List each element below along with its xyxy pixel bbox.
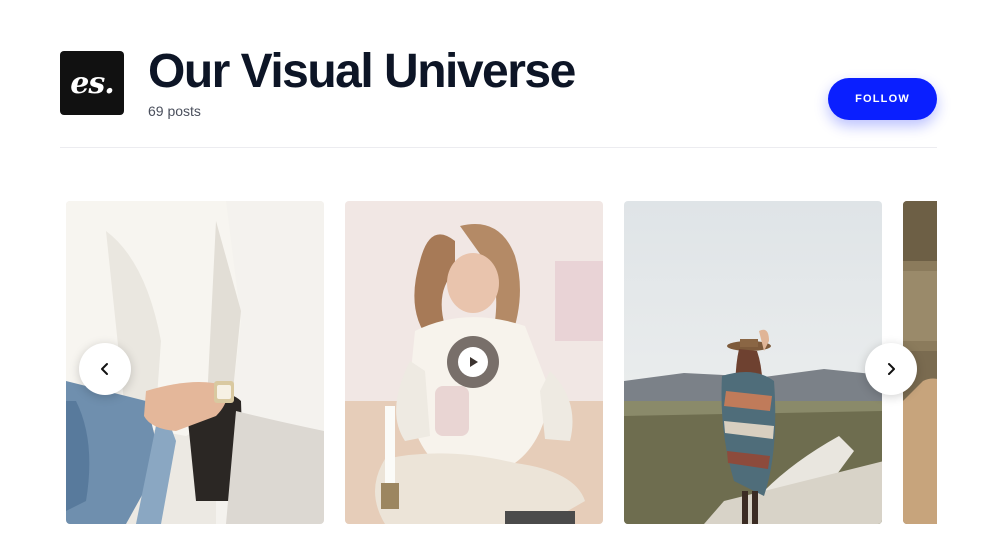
carousel-prev-button[interactable] <box>79 343 131 395</box>
post-count: 69 posts <box>148 103 201 119</box>
logo-text: es. <box>70 65 114 101</box>
post-card-2[interactable] <box>345 201 603 524</box>
carousel-next-button[interactable] <box>865 343 917 395</box>
header-divider <box>60 147 937 148</box>
chevron-left-icon <box>101 363 108 375</box>
post-carousel <box>66 201 937 524</box>
follow-button[interactable]: FOLLOW <box>828 78 937 120</box>
page-title: Our Visual Universe <box>148 45 576 98</box>
play-icon <box>458 347 488 377</box>
post-card-3[interactable] <box>624 201 882 524</box>
profile-header: es. Our Visual Universe 69 posts FOLLOW <box>60 44 937 124</box>
brand-logo[interactable]: es. <box>60 51 124 115</box>
play-button[interactable] <box>447 336 499 388</box>
chevron-right-icon <box>888 363 895 375</box>
post-image-3 <box>624 201 882 524</box>
